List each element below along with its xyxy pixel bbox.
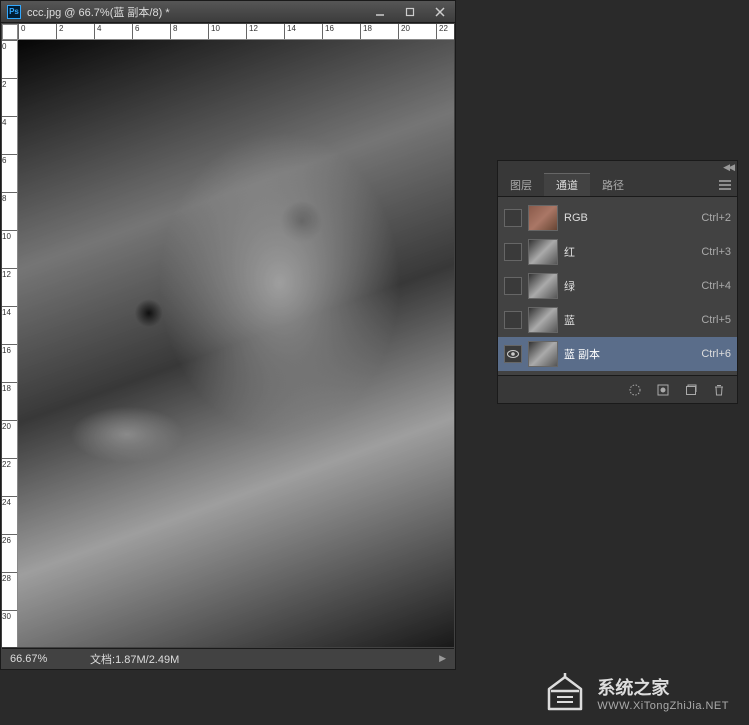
ruler-tick: 2 <box>2 78 18 89</box>
document-window: Ps ccc.jpg @ 66.7%(蓝 副本/8) * 02468101214… <box>0 0 456 670</box>
panel-menu-button[interactable] <box>713 173 737 196</box>
channel-shortcut: Ctrl+5 <box>701 314 731 326</box>
channel-row[interactable]: 绿 Ctrl+4 <box>498 269 737 303</box>
channel-row[interactable]: RGB Ctrl+2 <box>498 201 737 235</box>
panel-tabs: 图层通道路径 <box>498 173 737 197</box>
tab-layers[interactable]: 图层 <box>498 173 544 196</box>
eye-icon <box>507 350 519 358</box>
channel-name: 红 <box>564 244 695 260</box>
visibility-toggle[interactable] <box>504 277 522 295</box>
ruler-tick: 18 <box>2 382 18 393</box>
horizontal-ruler[interactable]: 0 2 4 6 8 10 12 14 16 18 20 22 <box>18 24 454 40</box>
channel-name: 绿 <box>564 278 695 294</box>
ruler-tick: 6 <box>132 24 139 40</box>
channel-name: RGB <box>564 212 695 224</box>
close-button[interactable] <box>425 1 455 22</box>
load-selection-button[interactable] <box>625 380 645 400</box>
minimize-button[interactable] <box>365 1 395 22</box>
ruler-tick: 28 <box>2 572 18 583</box>
watermark-text: 系统之家 WWW.XiTongZhiJia.NET <box>597 674 729 712</box>
channel-list: RGB Ctrl+2 红 Ctrl+3 绿 Ctrl+4 蓝 Ctrl+5 蓝 副本 Ctrl+6 <box>498 197 737 375</box>
channel-row[interactable]: 蓝 副本 Ctrl+6 <box>498 337 737 371</box>
ruler-origin[interactable] <box>2 24 18 40</box>
channel-thumbnail <box>528 341 558 367</box>
channel-thumbnail <box>528 239 558 265</box>
ruler-tick: 8 <box>170 24 177 40</box>
ruler-tick: 8 <box>2 192 18 203</box>
ruler-tick: 20 <box>2 420 18 431</box>
doc-info-label: 文档: <box>90 654 115 666</box>
document-title: ccc.jpg @ 66.7%(蓝 副本/8) * <box>27 4 170 20</box>
ruler-tick: 26 <box>2 534 18 545</box>
save-selection-button[interactable] <box>653 380 673 400</box>
new-channel-button[interactable] <box>681 380 701 400</box>
visibility-toggle[interactable] <box>504 311 522 329</box>
image-content <box>18 40 454 647</box>
channel-thumbnail <box>528 205 558 231</box>
channel-name: 蓝 <box>564 312 695 328</box>
collapse-icon[interactable]: ◀◀ <box>723 162 733 173</box>
ruler-tick: 24 <box>2 496 18 507</box>
canvas-area[interactable] <box>18 40 454 647</box>
ruler-tick: 4 <box>94 24 101 40</box>
maximize-button[interactable] <box>395 1 425 22</box>
ruler-tick: 4 <box>2 116 18 127</box>
watermark: 系统之家 WWW.XiTongZhiJia.NET <box>543 671 729 715</box>
ruler-tick: 20 <box>398 24 410 40</box>
tab-paths[interactable]: 路径 <box>590 173 636 196</box>
ruler-tick: 6 <box>2 154 18 165</box>
channel-row[interactable]: 红 Ctrl+3 <box>498 235 737 269</box>
ruler-tick: 22 <box>436 24 448 40</box>
channel-shortcut: Ctrl+3 <box>701 246 731 258</box>
ruler-tick: 10 <box>2 230 18 241</box>
panel-footer <box>498 375 737 403</box>
visibility-toggle[interactable] <box>504 243 522 261</box>
document-info[interactable]: 文档:1.87M/2.49M <box>90 651 179 667</box>
tab-channels[interactable]: 通道 <box>544 173 590 196</box>
channel-thumbnail <box>528 273 558 299</box>
channel-row[interactable]: 蓝 Ctrl+5 <box>498 303 737 337</box>
ruler-tick: 10 <box>208 24 220 40</box>
channel-shortcut: Ctrl+6 <box>701 348 731 360</box>
channel-name: 蓝 副本 <box>564 346 695 362</box>
panel-header[interactable]: ◀◀ <box>498 161 737 173</box>
delete-channel-button[interactable] <box>709 380 729 400</box>
channel-thumbnail <box>528 307 558 333</box>
ruler-tick: 12 <box>246 24 258 40</box>
vertical-ruler[interactable]: 024681012141618202224262830 <box>2 40 18 647</box>
status-bar: 66.67% 文档:1.87M/2.49M ▶ <box>2 648 454 668</box>
photoshop-icon: Ps <box>7 5 21 19</box>
watermark-title: 系统之家 <box>597 674 729 700</box>
ruler-tick: 16 <box>322 24 334 40</box>
ruler-tick: 18 <box>360 24 372 40</box>
ruler-tick: 0 <box>2 40 18 51</box>
ruler-tick: 22 <box>2 458 18 469</box>
channel-shortcut: Ctrl+4 <box>701 280 731 292</box>
status-flyout-icon[interactable]: ▶ <box>439 653 446 664</box>
zoom-level[interactable]: 66.67% <box>10 653 70 665</box>
watermark-url: WWW.XiTongZhiJia.NET <box>597 700 729 712</box>
watermark-house-icon <box>543 671 587 715</box>
visibility-toggle[interactable] <box>504 345 522 363</box>
doc-info-value: 1.87M/2.49M <box>115 654 179 666</box>
channel-shortcut: Ctrl+2 <box>701 212 731 224</box>
document-titlebar[interactable]: Ps ccc.jpg @ 66.7%(蓝 副本/8) * <box>1 1 455 23</box>
ruler-tick: 30 <box>2 610 18 621</box>
ruler-tick: 12 <box>2 268 18 279</box>
ruler-tick: 14 <box>284 24 296 40</box>
visibility-toggle[interactable] <box>504 209 522 227</box>
window-controls <box>365 1 455 22</box>
ruler-tick: 0 <box>18 24 25 40</box>
title-left: Ps ccc.jpg @ 66.7%(蓝 副本/8) * <box>7 4 170 20</box>
ruler-tick: 16 <box>2 344 18 355</box>
grayscale-portrait-image <box>18 40 454 647</box>
ruler-tick: 14 <box>2 306 18 317</box>
channels-panel: ◀◀ 图层通道路径 RGB Ctrl+2 红 Ctrl+3 绿 Ctrl+4 蓝 Ctrl+5… <box>497 160 738 404</box>
ruler-tick: 2 <box>56 24 63 40</box>
